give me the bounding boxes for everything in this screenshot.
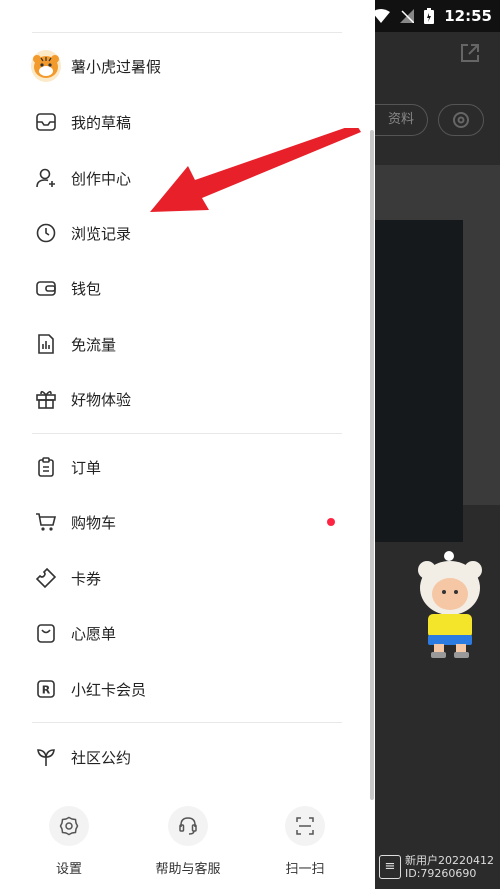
user-name: 新用户20220412	[405, 854, 494, 867]
coupon-icon	[32, 564, 60, 592]
menu-item-cart[interactable]: 购物车	[32, 502, 342, 542]
menu-item-red-card[interactable]: R 小红卡会员	[32, 669, 342, 709]
menu-item-label: 浏览记录	[71, 224, 132, 243]
background-settings-button[interactable]	[438, 104, 484, 136]
help-label: 帮助与客服	[155, 862, 221, 877]
battery-icon	[424, 8, 435, 24]
inbox-icon	[32, 108, 60, 136]
user-plus-icon	[32, 164, 60, 192]
edit-profile-button[interactable]: 资料	[375, 104, 428, 136]
menu-item-label: 钱包	[71, 279, 102, 298]
menu-item-label: 我的草稿	[71, 113, 132, 132]
user-id: ID:79260690	[405, 867, 477, 880]
scan-label: 扫一扫	[285, 862, 325, 877]
menu-item-label: 社区公约	[71, 748, 132, 767]
status-bar: 12:55	[372, 0, 500, 32]
top-divider	[32, 32, 342, 33]
menu-item-label: 订单	[71, 458, 102, 477]
scrollbar[interactable]	[370, 130, 374, 800]
svg-text:R: R	[42, 684, 51, 697]
cart-icon	[32, 508, 60, 536]
background-app: 12:55 资料 ≡ 新用户20220412 ID:79260690	[372, 0, 500, 889]
clipboard-icon	[32, 453, 60, 481]
menu-item-label: 心愿单	[71, 624, 117, 643]
status-time: 12:55	[444, 7, 492, 25]
menu-item-label: 免流量	[71, 335, 117, 354]
gear-icon	[49, 806, 89, 846]
menu-item-label: 创作中心	[71, 169, 132, 188]
annotation-arrow-icon	[150, 128, 361, 212]
wish-bag-icon	[32, 619, 60, 647]
scan-icon	[285, 806, 325, 846]
user-info: 新用户20220412 ID:79260690	[405, 854, 494, 880]
status-icons: 12:55	[372, 5, 492, 27]
menu-item-orders[interactable]: 订单	[32, 447, 342, 487]
menu-item-label: 购物车	[71, 513, 117, 532]
scan-button[interactable]: 扫一扫	[265, 806, 345, 877]
bear-mascot-icon	[418, 551, 482, 658]
profile-avatar-wrap	[31, 50, 61, 82]
cart-badge-dot	[327, 518, 335, 526]
gift-icon	[32, 385, 60, 413]
share-icon[interactable]	[459, 42, 481, 64]
background-image	[375, 220, 463, 542]
r-card-icon: R	[32, 675, 60, 703]
avatar	[31, 50, 61, 82]
menu-item-wallet[interactable]: 钱包	[32, 268, 342, 308]
section-divider	[32, 433, 342, 434]
data-chart-icon	[32, 330, 60, 358]
sprout-icon	[32, 743, 60, 771]
menu-item-label: 好物体验	[71, 390, 132, 409]
no-signal-icon	[400, 9, 415, 23]
headset-icon	[168, 806, 208, 846]
wallet-icon	[32, 274, 60, 302]
section-divider	[32, 722, 342, 723]
menu-item-coupons[interactable]: 卡券	[32, 558, 342, 598]
menu-item-wishlist[interactable]: 心愿单	[32, 613, 342, 653]
menu-item-label: 小红卡会员	[71, 680, 147, 699]
menu-item-free-data[interactable]: 免流量	[32, 324, 342, 364]
app-logo-icon: ≡	[379, 855, 401, 879]
profile-row[interactable]: 薯小虎过暑假	[31, 46, 342, 86]
gear-icon	[453, 112, 469, 128]
help-button[interactable]: 帮助与客服	[148, 806, 228, 877]
menu-item-label: 卡券	[71, 569, 102, 588]
settings-label: 设置	[55, 862, 82, 877]
settings-button[interactable]: 设置	[29, 806, 109, 877]
tiger-avatar-icon	[33, 55, 59, 78]
profile-name: 薯小虎过暑假	[71, 57, 162, 76]
menu-item-product-trial[interactable]: 好物体验	[32, 379, 342, 419]
clock-icon	[32, 219, 60, 247]
menu-item-community-rules[interactable]: 社区公约	[32, 737, 342, 777]
